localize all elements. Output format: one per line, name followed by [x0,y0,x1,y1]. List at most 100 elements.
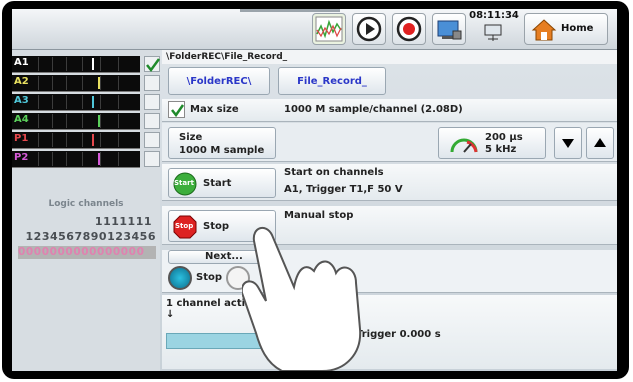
trace-gridline [82,76,83,90]
start-info-line2: A1, Trigger T1,F 50 V [284,184,403,195]
top-toolbar: 08:11:34 Home [12,9,617,50]
trace-gridline [100,152,101,166]
trace-gridline [82,114,83,128]
trace-gridline [66,133,67,147]
channel-label: A1 [14,57,29,68]
channel-checkbox[interactable] [144,132,160,148]
channel-checkbox[interactable] [144,94,160,110]
start-marker: ↓ [166,309,175,320]
trace-gridline [82,95,83,109]
trace-gridline [100,76,101,90]
folder-button[interactable]: \FolderREC\ [168,67,270,95]
channel-row-a1[interactable]: A1 [12,56,161,74]
logic-channel-states[interactable]: 0000000000000000 [18,246,156,259]
trace-gridline [52,152,53,166]
trace-gridline [52,133,53,147]
trace-gridline [82,133,83,147]
trace-gridline [118,133,119,147]
channel-row-p1[interactable]: P1 [12,132,160,150]
play-icon [356,16,382,42]
monitor-icon [437,20,462,40]
pointing-hand [242,226,362,371]
trace-gridline [118,152,119,166]
file-button-label: File_Record_ [297,76,367,87]
start-button[interactable]: Start Start [168,168,276,198]
channel-row-a4[interactable]: A4 [12,113,160,131]
channel-row-a3[interactable]: A3 [12,94,160,112]
max-size-checkbox[interactable] [168,101,185,118]
trace-gridline [52,57,53,71]
home-button[interactable]: Home [524,13,608,45]
size-row: Size 1000 M sample 200 µs 5 kHz [162,123,617,162]
trace-gridline [100,57,101,71]
channel-marker [92,96,94,108]
waveform-icon [315,16,343,42]
channel-trace: P2 [12,151,140,168]
channel-checkbox[interactable] [144,113,160,129]
channel-checkbox[interactable] [144,75,160,91]
channel-checkbox[interactable] [144,151,160,167]
record-button[interactable] [392,13,426,45]
trace-gridline [38,95,39,109]
recorder-screen: 08:11:34 Home A1 A2 A3 A4 P1 P2 Logic channel… [12,9,617,371]
file-button[interactable]: File_Record_ [278,67,386,95]
scroll-down-button[interactable] [554,127,582,159]
trace-gridline [38,133,39,147]
trace-gridline [66,76,67,90]
trace-gridline [66,57,67,71]
trace-gridline [66,114,67,128]
start-icon-text: Start [174,179,194,187]
channel-label: P1 [14,133,29,144]
start-row: Start Start Start on channels A1, Trigge… [162,164,617,201]
checkmark-icon [146,58,161,73]
channel-trace: A4 [12,113,140,130]
monitor-button[interactable] [432,13,466,45]
channel-marker [98,115,100,127]
max-size-label: Max size [190,104,239,115]
channel-marker [92,134,94,146]
trace-gridline [118,95,119,109]
logic-index-tens: 1111111 [94,215,152,228]
trace-gridline [38,57,39,71]
start-info-line1: Start on channels [284,167,384,178]
record-icon [396,16,422,42]
channel-trace: P1 [12,132,140,149]
start-label: Start [203,178,232,189]
play-button[interactable] [352,13,386,45]
trace-gridline [38,76,39,90]
record-path: \FolderREC\File_Record_ [162,50,617,64]
trace-gridline [118,76,119,90]
trace-gridline [100,133,101,147]
toolbar-divider [240,9,340,12]
channel-trace: A2 [12,75,140,92]
trace-gridline [52,95,53,109]
logic-channels-title: Logic channels [48,199,124,209]
stop-radio-selected[interactable] [168,266,192,290]
usb-icon [484,24,502,41]
size-button[interactable]: Size 1000 M sample [168,127,276,159]
trace-gridline [100,114,101,128]
arrow-up-icon [594,138,606,147]
trace-gridline [118,57,119,71]
folder-button-label: \FolderREC\ [186,76,252,87]
checkmark-icon [171,104,185,118]
stop-label: Stop [203,221,230,232]
trace-gridline [52,114,53,128]
size-value: 1000 M sample [179,145,265,156]
rate-period: 200 µs [485,132,523,143]
channel-row-p2[interactable]: P2 [12,151,160,169]
channel-row-a2[interactable]: A2 [12,75,160,93]
clock-usb-status: 08:11:34 [469,10,519,46]
channel-label: P2 [14,152,29,163]
waveform-view-button[interactable] [312,13,346,45]
channel-checkbox[interactable] [144,56,161,73]
stop-radio-label: Stop [196,272,223,283]
clock-time: 08:11:34 [469,10,519,21]
scroll-up-button[interactable] [586,127,614,159]
trace-gridline [82,57,83,71]
sample-rate-button[interactable]: 200 µs 5 kHz [438,127,546,159]
channel-panel: A1 A2 A3 A4 P1 P2 Logic channels 1111111 1234… [12,50,161,371]
home-label: Home [561,23,594,34]
stop-icon-text: Stop [175,222,194,230]
rate-frequency: 5 kHz [485,144,517,155]
